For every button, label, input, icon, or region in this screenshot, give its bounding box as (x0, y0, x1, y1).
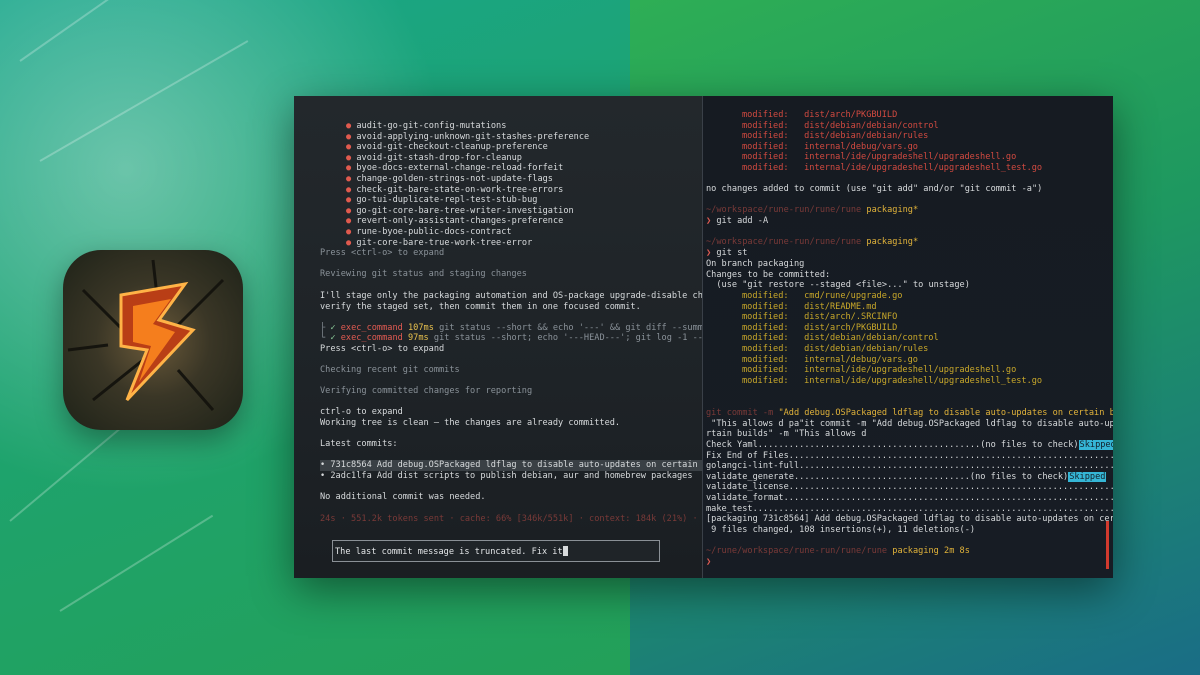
exec-command-row[interactable]: └ ✓ exec_command 97ms git status --short… (320, 333, 718, 344)
tree-connector-icon: ├ (320, 323, 331, 333)
modified-file-row: modified: dist/arch/PKGBUILD (742, 110, 898, 120)
bullet-icon: ● (346, 152, 357, 163)
hook-result-row: validate_format.........................… (706, 493, 1113, 504)
modified-file-row: modified: internal/ide/upgradeshell/upgr… (742, 163, 1043, 173)
hook-result-row: make_test...............................… (706, 504, 1113, 515)
agent-pane[interactable]: ● audit-go-git-config-mutations ● avoid-a… (294, 96, 775, 578)
commit-command-line: git commit -m "Add debug.OSPackaged ldfl… (706, 408, 1113, 418)
bullet-icon: ● (346, 205, 357, 216)
staged-file-row: modified: dist/debian/debian/rules (742, 344, 929, 354)
status-reviewing: Reviewing git status and staging changes (320, 269, 527, 279)
bullet-icon: ● (346, 121, 357, 131)
modified-file-row: modified: internal/debug/vars.go (742, 141, 918, 152)
memory-list-item: ● revert-only-assistant-changes-preferen… (346, 216, 564, 227)
scrollbar[interactable] (1106, 521, 1109, 569)
shell-prompt-line: ~/workspace/rune-run/rune/rune packaging… (706, 237, 919, 247)
staged-file-row: modified: cmd/rune/upgrade.go (742, 291, 903, 301)
commit-command-line: "This allows d pa"it commit -m "Add debu… (711, 419, 1113, 429)
check-icon: ✓ (330, 323, 341, 333)
shell-pane[interactable]: modified: dist/arch/PKGBUILD modified: di… (703, 96, 1113, 578)
memory-list-item: ● git-core-bare-true-work-tree-error (346, 237, 533, 248)
modified-file-row: modified: dist/debian/debian/control (742, 120, 939, 131)
shell-command-line[interactable]: ❯ (706, 557, 711, 568)
memory-list-item: ● check-git-bare-state-on-work-tree-erro… (346, 184, 564, 195)
changes-header: Changes to be committed: (706, 270, 831, 280)
memory-list-item: ● audit-go-git-config-mutations (346, 121, 507, 131)
hook-result-row: Fix End of Files........................… (706, 451, 1113, 462)
rune-app-icon (63, 250, 243, 430)
token-stats: 24s · 551.2k tokens sent · cache: 66% [3… (320, 514, 729, 524)
memory-list-item: ● go-tui-duplicate-repl-test-stub-bug (346, 195, 538, 206)
hook-status-badge: Skipped (1068, 471, 1107, 482)
plan-text-line: I'll stage only the packaging automation… (320, 291, 734, 301)
memory-list-item: ● avoid-git-stash-drop-for-cleanup (346, 152, 522, 163)
staged-file-row: modified: dist/arch/PKGBUILD (742, 322, 898, 333)
latest-commits-label: Latest commits: (320, 439, 398, 449)
staged-file-row: modified: internal/ide/upgradeshell/upgr… (742, 375, 1043, 386)
shell-command-line: ❯ git st (706, 248, 748, 258)
memory-list-item: ● avoid-applying-unknown-git-stashes-pre… (346, 131, 590, 142)
modified-file-row: modified: dist/debian/debian/rules (742, 131, 929, 142)
check-icon: ✓ (330, 333, 341, 343)
expand-hint[interactable]: Press <ctrl-o> to expand (320, 248, 444, 259)
staged-file-row: modified: internal/debug/vars.go (742, 354, 918, 365)
text-cursor (562, 546, 568, 556)
commit-summary: 9 files changed, 108 insertions(+), 11 d… (706, 525, 976, 535)
hook-status-badge: Skipped (1078, 440, 1113, 450)
prompt-chevron-icon: ❯ (706, 557, 712, 567)
prompt-input[interactable]: The last commit message is truncated. Fi… (332, 540, 660, 562)
bullet-icon: ● (346, 184, 357, 195)
clean-message: Working tree is clean — the changes are … (320, 418, 621, 428)
modified-file-row: modified: internal/ide/upgradeshell/upgr… (742, 152, 1017, 163)
commit-list-item[interactable]: • 731c8564 Add debug.OSPackaged ldflag t… (320, 460, 734, 471)
expand-hint[interactable]: ctrl-o to expand (320, 407, 403, 418)
lightning-logo-icon (67, 259, 225, 411)
branch-status: On branch packaging (706, 259, 805, 269)
staged-file-row: modified: dist/arch/.SRCINFO (742, 312, 898, 323)
prompt-chevron-icon: ❯ (706, 216, 712, 226)
shell-prompt-line: ~/workspace/rune-run/rune/rune packaging… (706, 205, 919, 215)
terminal-window[interactable]: ● audit-go-git-config-mutations ● avoid-a… (294, 96, 1113, 578)
hook-result-row: validate_generate.......................… (706, 471, 1107, 482)
bullet-icon: ● (346, 142, 357, 153)
status-checking: Checking recent git commits (320, 365, 460, 375)
hook-result-row: validate_license........................… (706, 482, 1113, 493)
shell-command-line: ❯ git add -A (706, 216, 769, 226)
staged-file-row: modified: dist/README.md (742, 301, 877, 312)
staged-file-row: modified: dist/debian/debian/control (742, 333, 939, 344)
hook-result-row: Check Yaml..............................… (706, 440, 1113, 451)
bullet-icon: ● (346, 174, 357, 184)
prompt-chevron-icon: ❯ (706, 248, 712, 258)
memory-list-item: ● rune-byoe-public-docs-contract (346, 227, 512, 237)
memory-list-item: ● byoe-docs-external-change-reload-forfe… (346, 163, 564, 174)
prompt-input-text: The last commit message is truncated. Fi… (335, 547, 563, 557)
bullet-icon: ● (346, 195, 357, 206)
bullet-icon: ● (346, 131, 357, 142)
status-verifying: Verifying committed changes for reportin… (320, 386, 533, 396)
memory-list-item: ● avoid-git-checkout-cleanup-preference (346, 142, 548, 153)
commit-command-line: rtain builds" -m "This allows d (706, 429, 867, 439)
bullet-icon: ● (346, 216, 357, 227)
memory-list-item: ● change-golden-strings-not-update-flags (346, 174, 553, 184)
expand-hint[interactable]: Press <ctrl-o> to expand (320, 344, 444, 355)
shell-prompt-line: ~/rune/workspace/rune-run/rune/rune pack… (706, 546, 970, 556)
bullet-icon: ● (346, 227, 357, 237)
no-changes-message: no changes added to commit (use "git add… (706, 184, 1043, 194)
staged-file-row: modified: internal/ide/upgradeshell/upgr… (742, 365, 1017, 376)
restore-hint: (use "git restore --staged <file>..." to… (706, 280, 970, 290)
no-commit-message: No additional commit was needed. (320, 492, 486, 502)
commit-result: [packaging 731c8564] Add debug.OSPackage… (706, 514, 1113, 524)
bullet-icon: ● (346, 163, 357, 174)
commit-list-item[interactable]: • 2adc1lfa Add dist scripts to publish d… (320, 471, 693, 482)
memory-list-item: ● go-git-core-bare-tree-writer-investiga… (346, 205, 574, 216)
tree-connector-icon: └ (320, 333, 331, 343)
plan-text-line: verify the staged set, then commit them … (320, 302, 641, 312)
hook-result-row: golangci-lint-full......................… (706, 461, 1113, 472)
bullet-icon: ● (346, 237, 357, 248)
